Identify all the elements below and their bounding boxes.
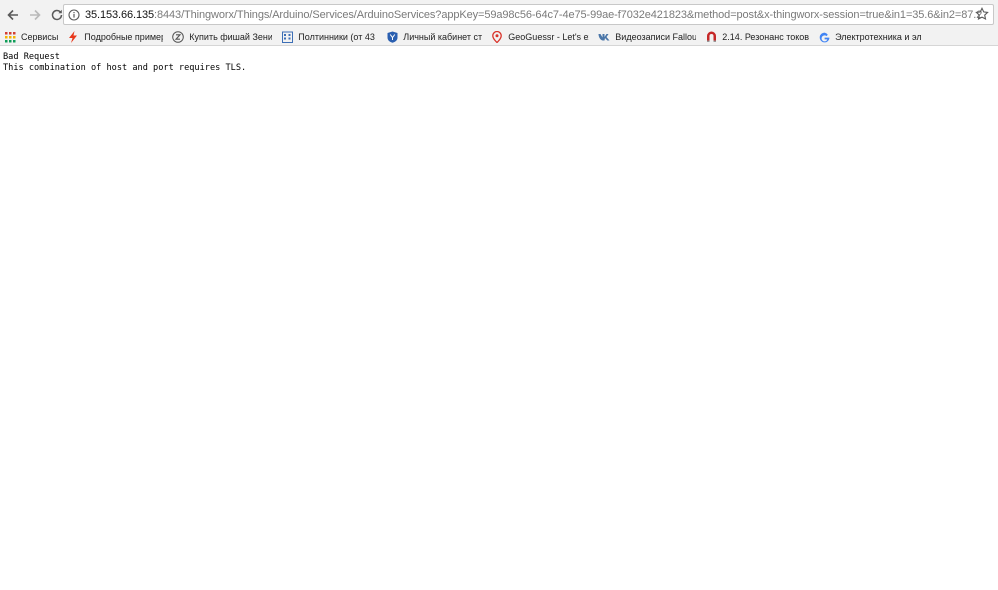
page-content: Bad Request This combination of host and… [3, 52, 246, 74]
z-logo-icon [172, 31, 185, 43]
error-message: This combination of host and port requir… [3, 63, 247, 73]
lightning-icon [67, 31, 79, 43]
building-icon [281, 31, 293, 43]
bookmark-item[interactable]: 2.14. Резонанс токов [705, 29, 809, 45]
bookmark-item[interactable]: Подробные пример [67, 29, 163, 45]
info-icon[interactable] [67, 8, 81, 22]
bookmark-item[interactable]: Личный кабинет сту [386, 29, 482, 45]
bookmarks-bar: Сервисы Подробные пример Купить фишай Зе… [0, 29, 998, 46]
bookmark-label: Купить фишай Зени [189, 32, 273, 42]
url-host: 35.153.66.135 [85, 8, 155, 21]
back-arrow-icon[interactable] [3, 5, 23, 25]
bookmark-item[interactable]: Видеозаписи Fallout [598, 29, 696, 45]
address-bar[interactable]: 35.153.66.135:8443/Thingworx/Things/Ardu… [63, 4, 994, 25]
map-pin-icon [491, 31, 503, 43]
vk-logo-icon [598, 31, 610, 43]
bookmark-apps[interactable]: Сервисы [4, 29, 58, 45]
shield-y-icon [386, 31, 398, 43]
bookmark-label: Подробные пример [84, 32, 164, 42]
bookmark-label: Видеозаписи Fallout [615, 32, 697, 42]
magnet-icon [705, 31, 717, 43]
forward-arrow-icon[interactable] [25, 5, 45, 25]
apps-grid-icon [4, 31, 16, 43]
url-text: 35.153.66.135:8443/Thingworx/Things/Ardu… [85, 9, 982, 21]
browser-toolbar: 35.153.66.135:8443/Thingworx/Things/Ardu… [0, 0, 998, 29]
bookmark-label: Электротехника и эл [835, 32, 922, 42]
bookmark-item[interactable]: Полтинники (от 43 р [281, 29, 377, 45]
google-g-icon [818, 31, 830, 43]
bookmark-star-icon[interactable] [975, 7, 989, 21]
bookmark-label: GeoGuessr - Let's exp [508, 32, 590, 42]
bookmark-label: Сервисы [21, 32, 59, 42]
bookmark-item[interactable]: GeoGuessr - Let's exp [491, 29, 589, 45]
error-title: Bad Request [3, 52, 60, 62]
bookmark-item[interactable]: Электротехника и эл [818, 29, 922, 45]
bookmark-item[interactable]: Купить фишай Зени [172, 29, 272, 45]
bookmark-label: Полтинники (от 43 р [298, 32, 378, 42]
url-path: :8443/Thingworx/Things/Arduino/Services/… [154, 8, 983, 21]
bookmark-label: Личный кабинет сту [403, 32, 483, 42]
bookmark-label: 2.14. Резонанс токов [722, 32, 810, 42]
